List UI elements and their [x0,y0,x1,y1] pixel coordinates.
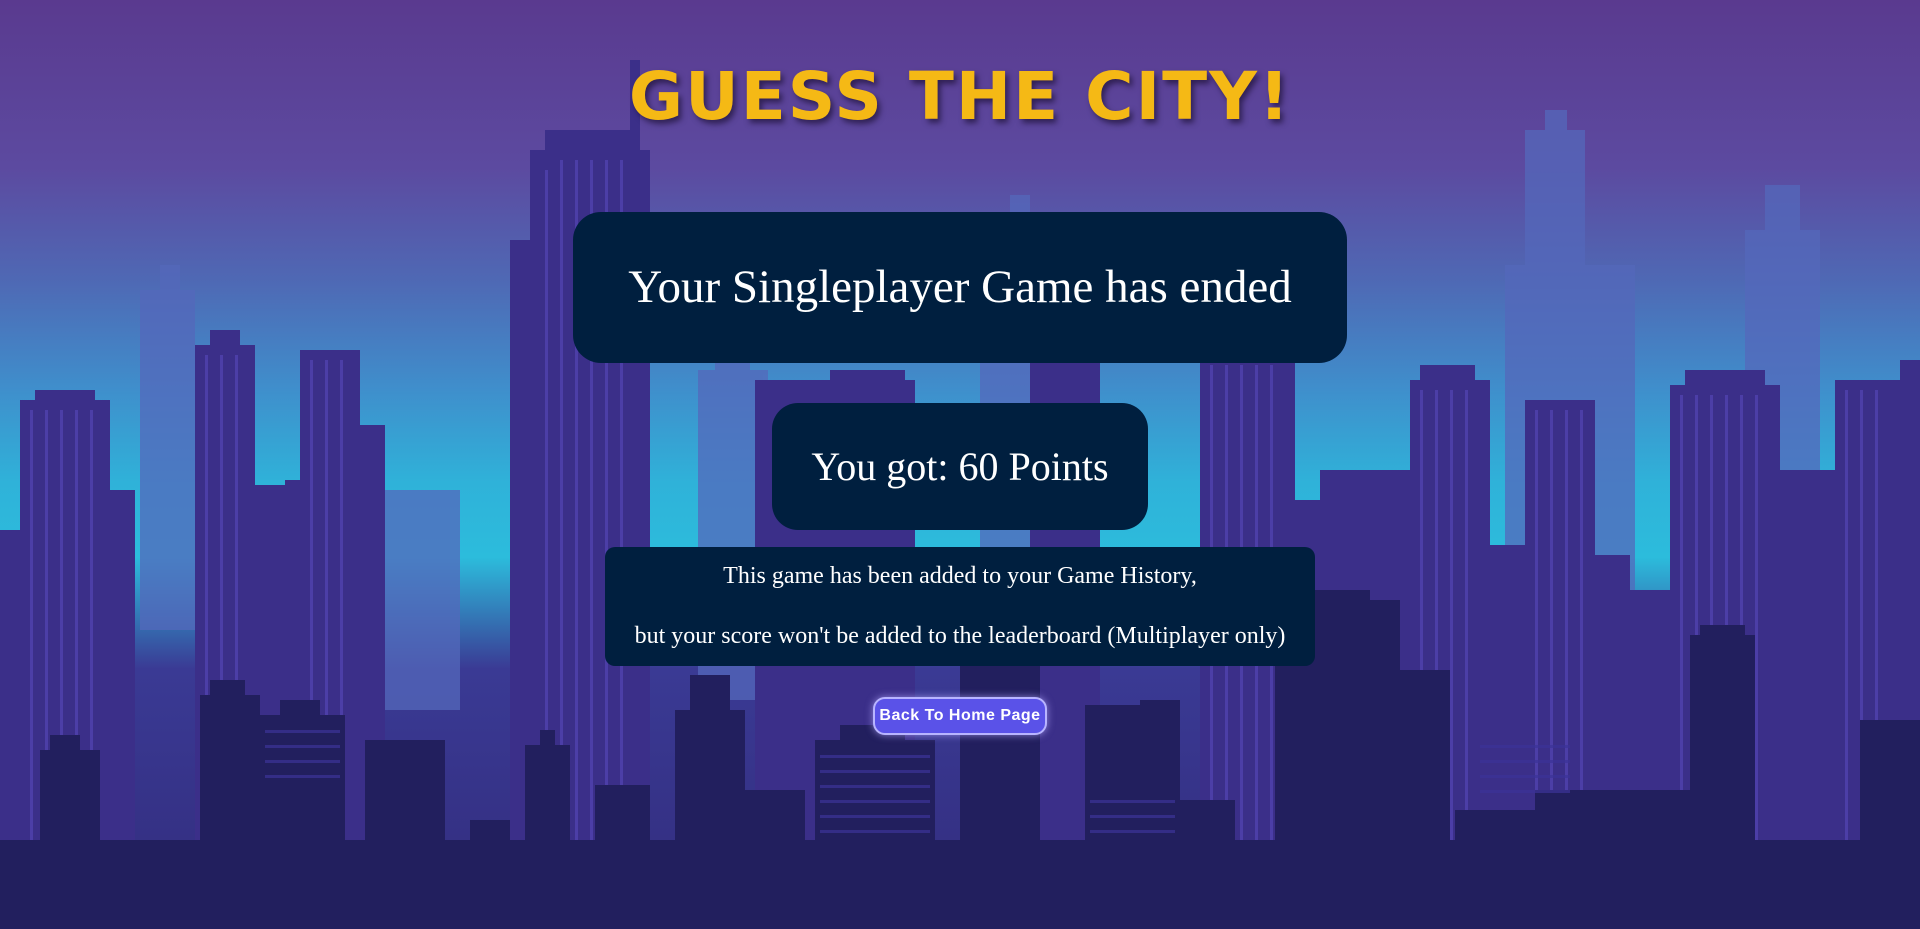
back-to-home-button[interactable]: Back To Home Page [873,697,1047,735]
page-title: GUESS THE CITY! [628,58,1292,135]
game-ended-message: Your Singleplayer Game has ended [628,261,1292,313]
history-info-panel: This game has been added to your Game Hi… [605,547,1315,666]
history-info-line-1: This game has been added to your Game Hi… [723,563,1197,589]
game-ended-panel: Your Singleplayer Game has ended [573,212,1347,363]
score-panel: You got: 60 Points [772,403,1148,530]
score-text: You got: 60 Points [811,444,1109,489]
history-info-line-2: but your score won't be added to the lea… [634,623,1286,649]
